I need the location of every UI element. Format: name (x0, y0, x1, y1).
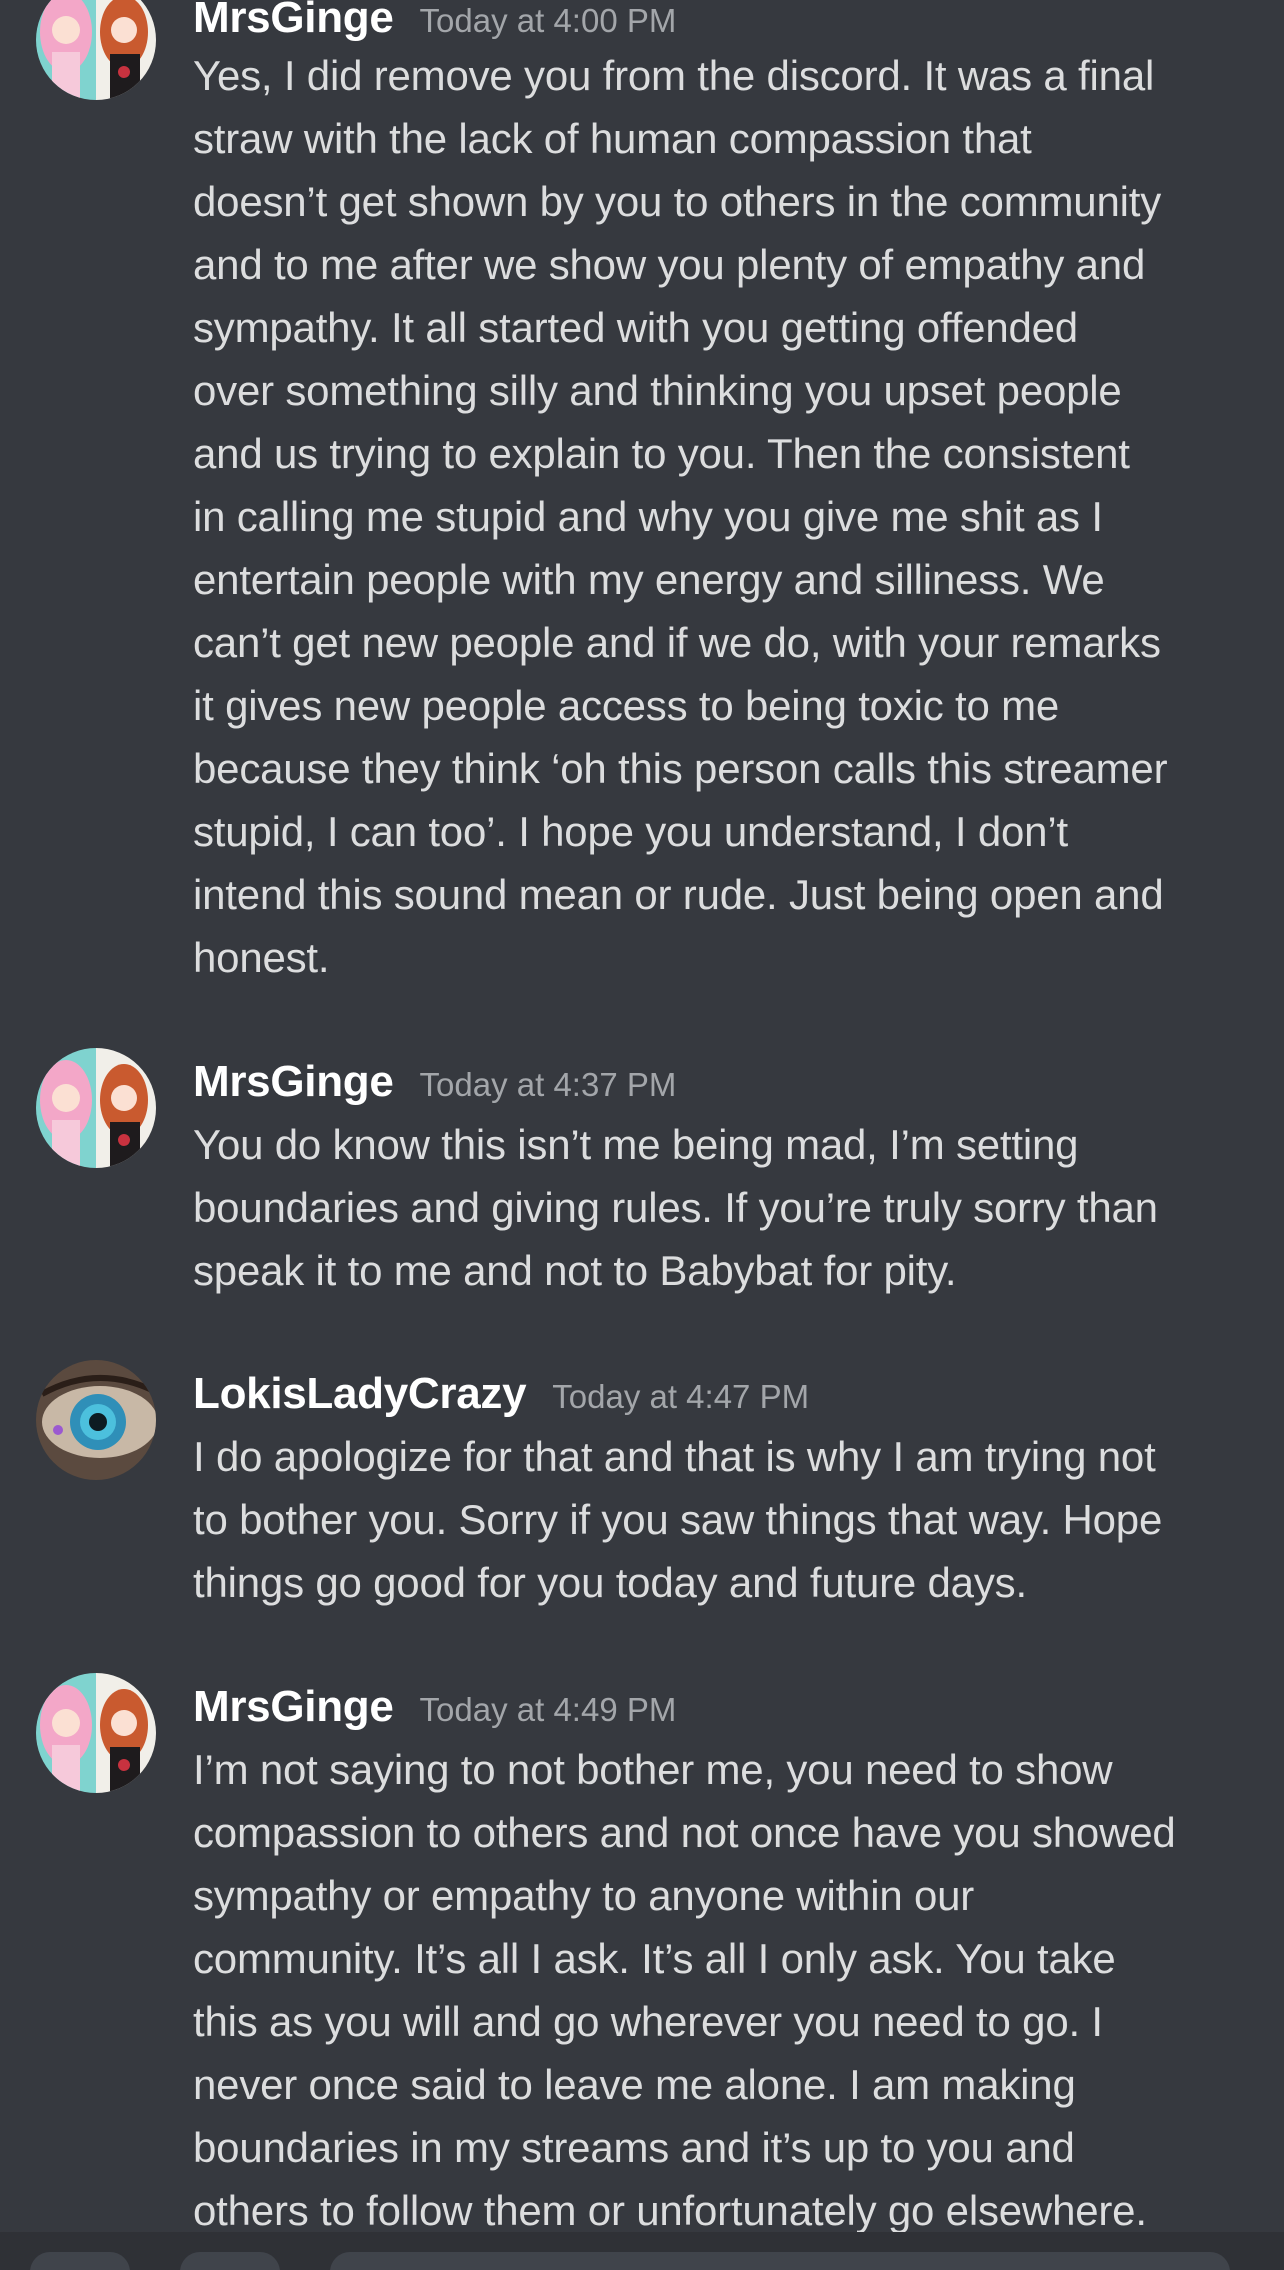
chat-view: MrsGinge Today at 4:00 PM Yes, I did remo… (0, 0, 1284, 2270)
message-line: sympathy. It all started with you gettin… (193, 304, 1078, 351)
message-line: over something silly and thinking you up… (193, 367, 1122, 414)
message-line: in calling me stupid and why you give me… (193, 493, 1103, 540)
anime-characters-avatar-icon (36, 1673, 156, 1793)
message-line: because they think ‘oh this person calls… (193, 745, 1168, 792)
message-text: I do apologize for that and that is why … (193, 1425, 1265, 1614)
author-name[interactable]: MrsGinge (193, 1682, 394, 1731)
message-line: compassion to others and not once have y… (193, 1809, 1176, 1856)
author-name[interactable]: LokisLadyCrazy (193, 1369, 527, 1418)
message-input[interactable] (330, 2252, 1230, 2270)
message-line: it gives new people access to being toxi… (193, 682, 1060, 729)
eye-closeup-avatar-icon (36, 1360, 156, 1480)
message-text: You do know this isn’t me being mad, I’m… (193, 1113, 1265, 1302)
message-line: can’t get new people and if we do, with … (193, 619, 1161, 666)
message-line: stupid, I can too’. I hope you understan… (193, 808, 1068, 855)
author-name[interactable]: MrsGinge (193, 0, 394, 42)
message-line: sympathy or empathy to anyone within our (193, 1872, 975, 1919)
timestamp: Today at 4:47 PM (552, 1378, 810, 1415)
timestamp: Today at 4:49 PM (419, 1691, 677, 1728)
anime-characters-avatar-icon (36, 1048, 156, 1168)
message-line: entertain people with my energy and sill… (193, 556, 1105, 603)
message-line: and us trying to explain to you. Then th… (193, 430, 1130, 477)
message-line: intend this sound mean or rude. Just bei… (193, 871, 1164, 918)
message-line: community. It’s all I ask. It’s all I on… (193, 1935, 1116, 1982)
message-line: to bother you. Sorry if you saw things t… (193, 1496, 1163, 1543)
avatar[interactable] (36, 1360, 156, 1480)
message-header: MrsGinge Today at 4:49 PM (193, 1677, 676, 1737)
message-text: Yes, I did remove you from the discord. … (193, 44, 1265, 989)
message-line: things go good for you today and future … (193, 1559, 1027, 1606)
message-line: doesn’t get shown by you to others in th… (193, 178, 1162, 225)
message-text: I’m not saying to not bother me, you nee… (193, 1738, 1265, 2242)
avatar[interactable] (36, 1673, 156, 1793)
message-line: never once said to leave me alone. I am … (193, 2061, 1076, 2108)
message-header: MrsGinge Today at 4:37 PM (193, 1052, 676, 1112)
message-line: I do apologize for that and that is why … (193, 1433, 1156, 1480)
message-line: speak it to me and not to Babybat for pi… (193, 1247, 957, 1294)
timestamp: Today at 4:37 PM (419, 1066, 677, 1103)
message-line: boundaries in my streams and it’s up to … (193, 2124, 1075, 2171)
avatar[interactable] (36, 1048, 156, 1168)
message-line: and to me after we show you plenty of em… (193, 241, 1146, 288)
message-line: I’m not saying to not bother me, you nee… (193, 1746, 1113, 1793)
message-line: You do know this isn’t me being mad, I’m… (193, 1121, 1079, 1168)
gift-button[interactable] (180, 2252, 280, 2270)
message-header: LokisLadyCrazy Today at 4:47 PM (193, 1364, 809, 1424)
message-line: this as you will and go wherever you nee… (193, 1998, 1103, 2045)
message-line: honest. (193, 934, 330, 981)
message-line: straw with the lack of human compassion … (193, 115, 1032, 162)
avatar[interactable] (36, 0, 156, 100)
anime-characters-avatar-icon (36, 0, 156, 100)
author-name[interactable]: MrsGinge (193, 1057, 394, 1106)
timestamp: Today at 4:00 PM (419, 2, 677, 39)
add-attachment-button[interactable] (30, 2252, 130, 2270)
message-line: Yes, I did remove you from the discord. … (193, 52, 1155, 99)
message-line: boundaries and giving rules. If you’re t… (193, 1184, 1158, 1231)
message-header: MrsGinge Today at 4:00 PM (193, 0, 676, 48)
